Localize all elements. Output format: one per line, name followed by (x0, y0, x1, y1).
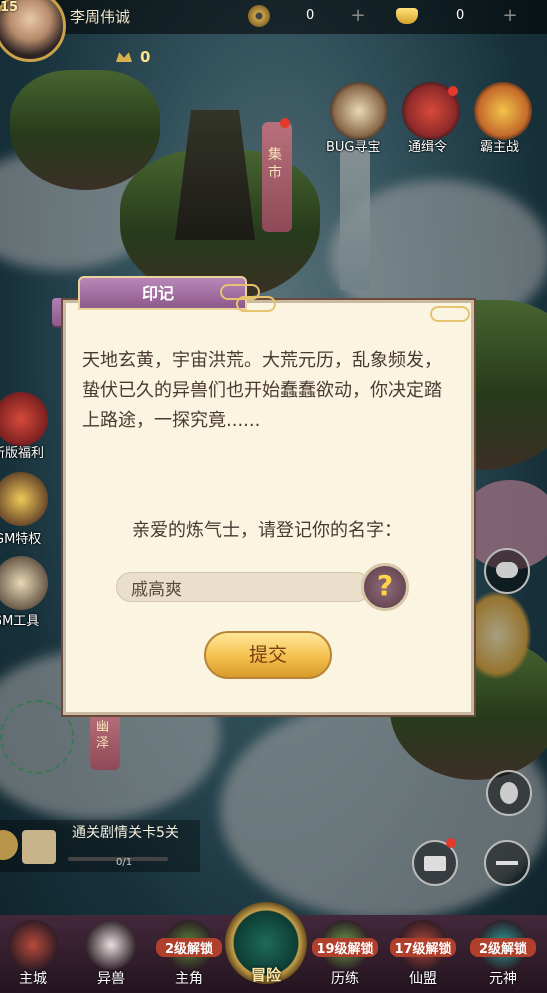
player-name: 李周伟诚 (70, 8, 131, 26)
nav-hero-label: 主角 (175, 971, 203, 987)
question-mark-icon: ? (376, 569, 394, 602)
quest-progress-label: 0/1 (116, 857, 133, 868)
notification-dot-icon (448, 86, 458, 96)
unlock-level-badge: 17级解锁 (390, 938, 456, 957)
name-prompt: 亲爱的炼气士，请登记你的名字： (132, 520, 402, 541)
gourd-icon (500, 782, 518, 804)
add-gold-button[interactable]: + (500, 6, 520, 26)
add-copper-button[interactable]: + (348, 6, 368, 26)
cloud-ornament-icon (236, 296, 276, 312)
wanted-order-label: 通缉令 (408, 140, 448, 155)
nav-beast-label: 异兽 (97, 971, 125, 987)
copper-coin-icon (248, 5, 270, 27)
quest-text: 通关剧情关卡5关 (72, 825, 179, 841)
submit-button[interactable]: 提交 (204, 631, 332, 679)
nav-alliance-label: 仙盟 (409, 971, 437, 987)
bug-treasure-button[interactable] (330, 82, 388, 140)
pet-bag-button[interactable] (486, 770, 532, 816)
bug-treasure-label: BUG寻宝 (326, 140, 381, 155)
unlock-level-badge: 19级解锁 (312, 938, 378, 957)
nav-soul-button[interactable]: 2级解锁元神 (470, 918, 536, 990)
player-level: 15 (0, 0, 19, 15)
mail-icon (424, 856, 446, 871)
nav-training-label: 历练 (331, 971, 359, 987)
beast-icon (86, 920, 136, 970)
overlord-battle-button[interactable] (474, 82, 532, 140)
notification-dot-icon (446, 838, 456, 848)
main-city-icon (8, 920, 58, 970)
chat-button[interactable] (484, 548, 530, 594)
gm-privilege-label: GM特权 (0, 532, 42, 547)
marsh-sign[interactable]: 幽泽 (90, 710, 120, 770)
unlock-level-badge: 2级解锁 (470, 938, 536, 957)
overlord-battle-label: 霸主战 (480, 140, 520, 155)
gold-ingot-value: 0 (456, 8, 465, 23)
nav-training-button[interactable]: 19级解锁历练 (312, 918, 378, 990)
dialog-title: 印记 (141, 284, 174, 303)
nav-alliance-button[interactable]: 17级解锁仙盟 (390, 918, 456, 990)
collapse-menu-button[interactable] (484, 840, 530, 886)
nav-main-city-button[interactable]: 主城 (0, 918, 66, 990)
story-text: 天地玄黄，宇宙洪荒。大荒元历，乱象频发，蛰伏已久的异兽们也开始蠢蠢欲动，你决定踏… (82, 350, 442, 431)
gm-tool-label: GM工具 (0, 614, 40, 629)
chat-bubble-icon (496, 562, 518, 578)
market-sign[interactable]: 集市 (262, 118, 292, 232)
unlock-level-badge: 2级解锁 (156, 938, 222, 957)
market-sign-label: 集市 (268, 147, 282, 181)
name-input[interactable] (116, 572, 371, 602)
nav-main-city-label: 主城 (19, 971, 47, 987)
adventure-label: 冒险 (250, 966, 281, 984)
nav-soul-label: 元神 (489, 971, 517, 987)
marsh-sign-label: 幽泽 (96, 720, 110, 751)
submit-label: 提交 (248, 644, 287, 666)
quest-scroll-icon (22, 830, 56, 864)
random-name-button[interactable]: ? (361, 563, 409, 611)
new-welfare-label: 新版福利 (0, 446, 45, 461)
combat-power: 0 (140, 48, 151, 66)
nav-beast-button[interactable]: 异兽 (78, 918, 144, 990)
nav-hero-button[interactable]: 2级解锁主角 (156, 918, 222, 990)
copper-coin-value: 0 (306, 8, 315, 23)
cloud-ornament-icon (430, 306, 470, 322)
notification-dot-icon (280, 118, 290, 128)
minus-icon (496, 861, 518, 865)
